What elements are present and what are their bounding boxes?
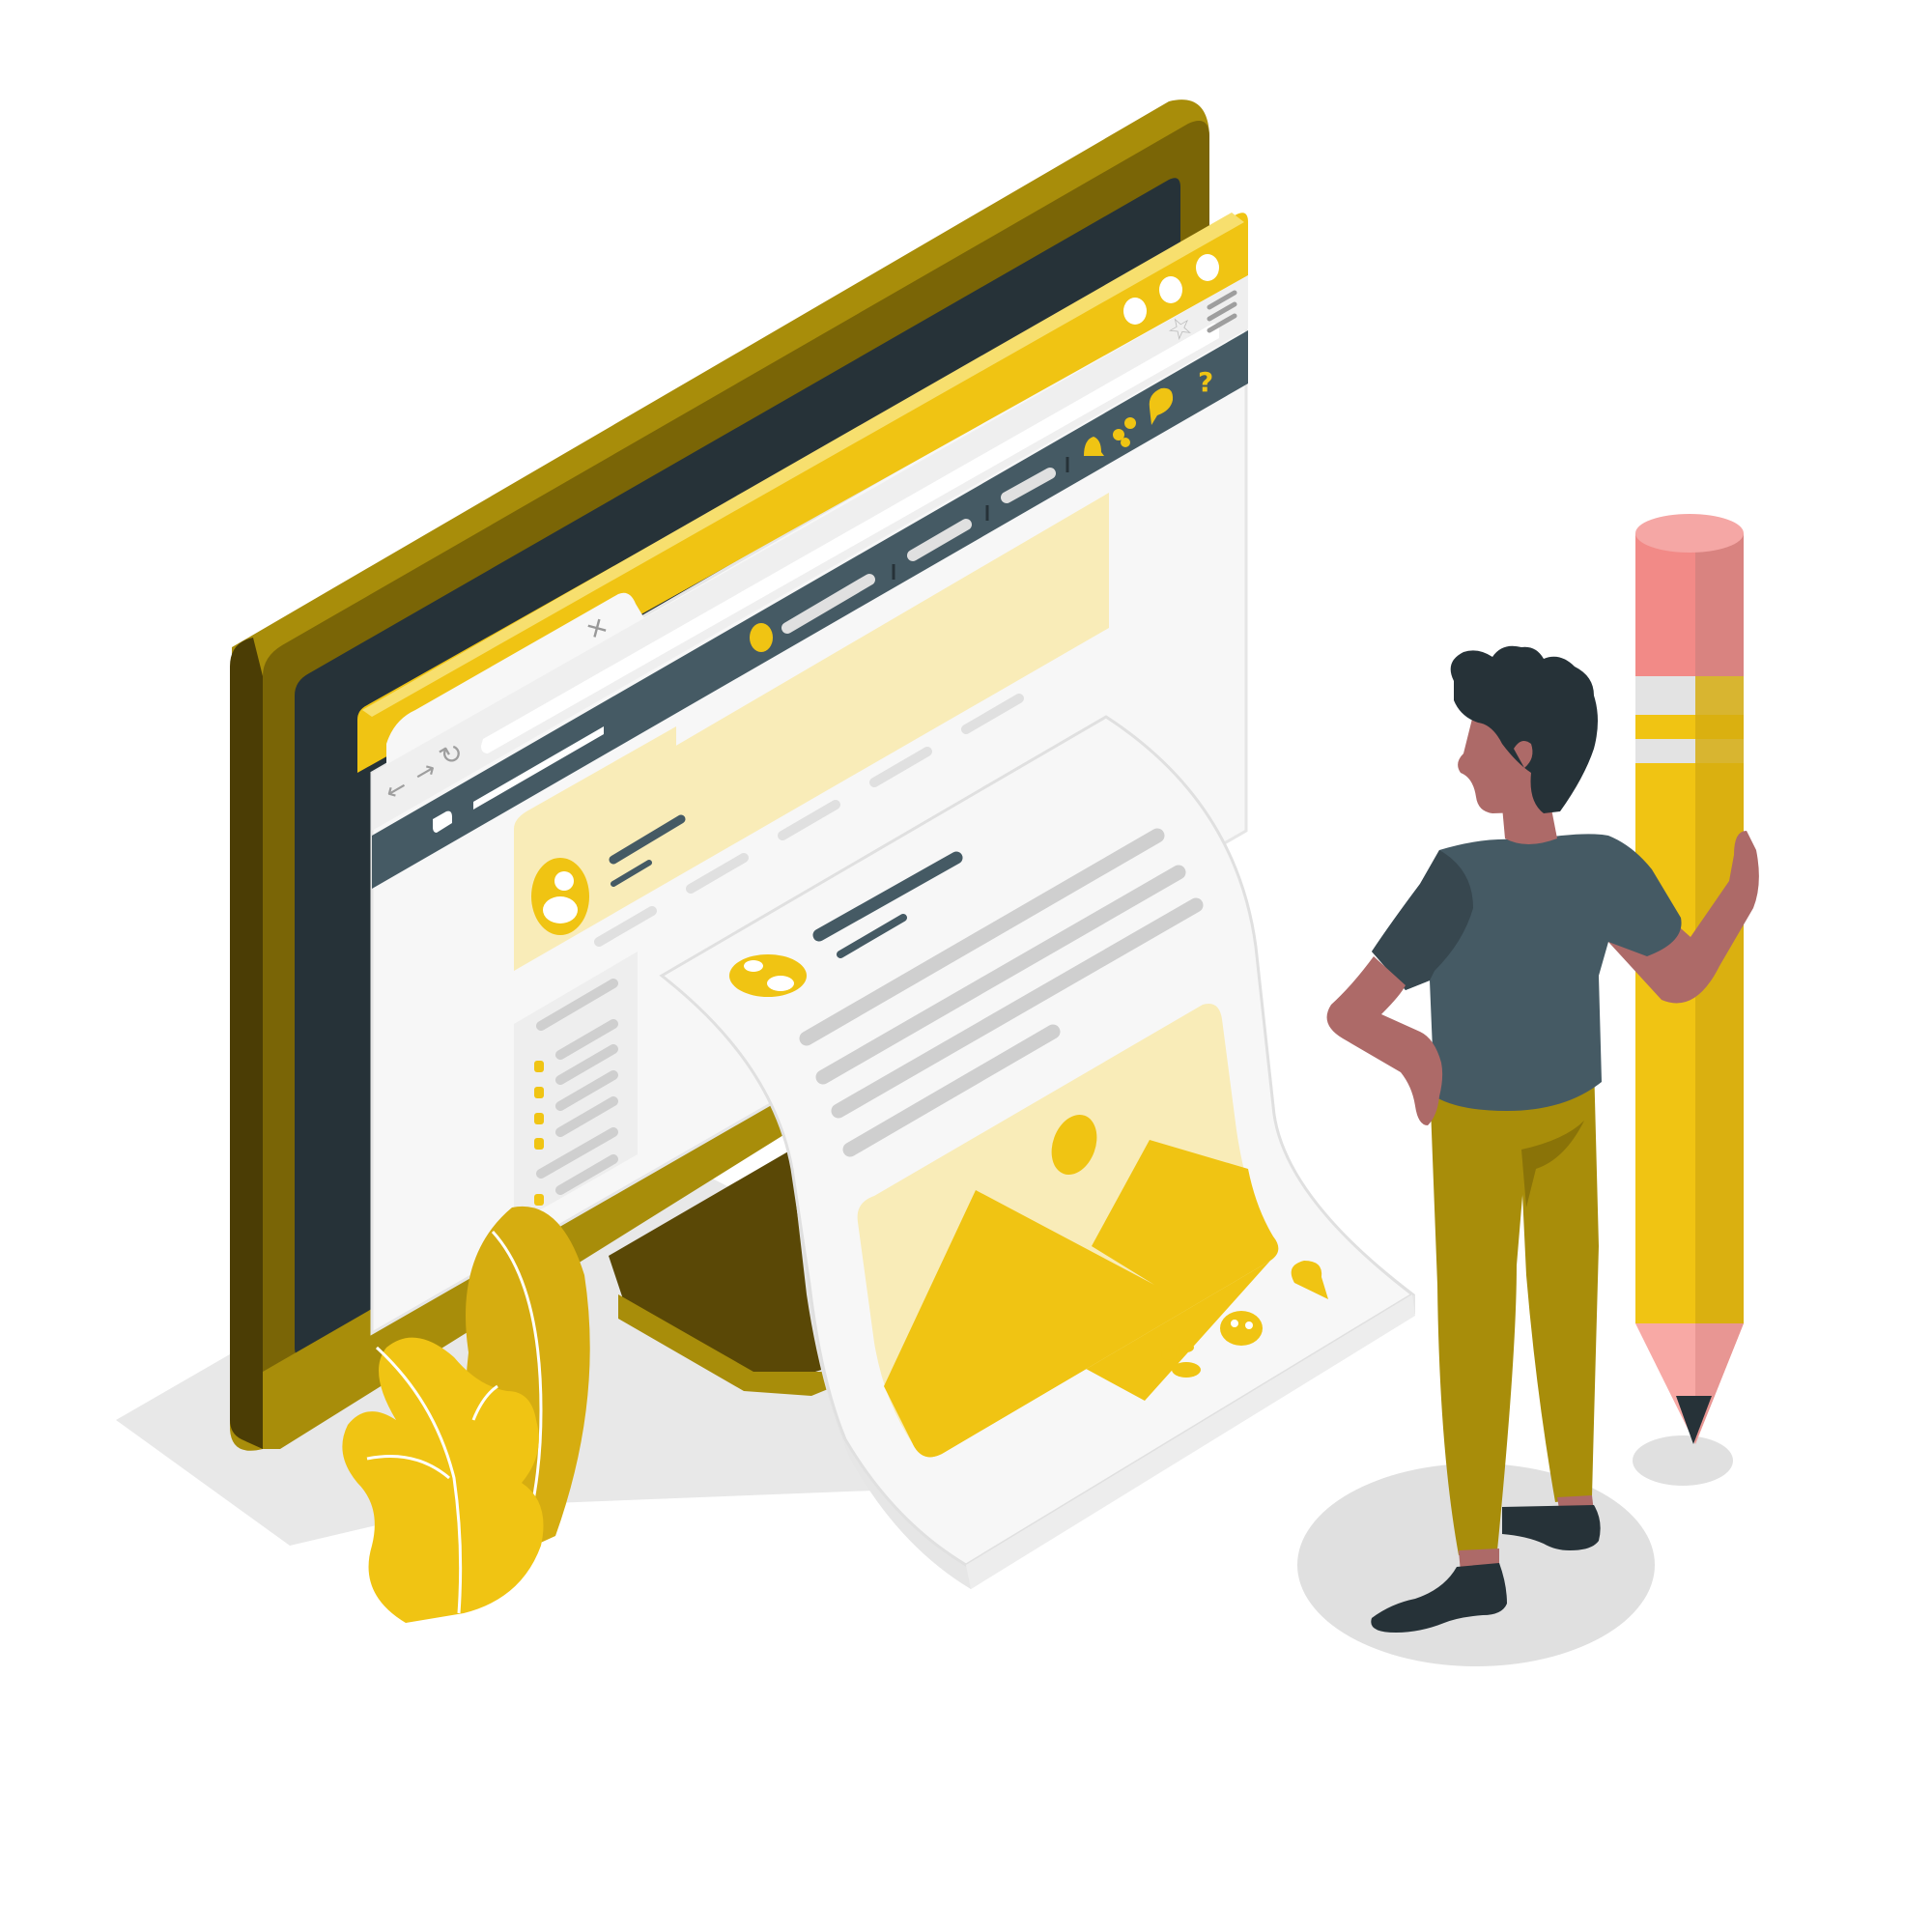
- pencil-body-side: [1695, 676, 1744, 1323]
- website-builder-illustration: × ← → ↻ a ☆: [116, 99, 1759, 1666]
- monitor-left-edge: [230, 638, 263, 1449]
- list-bullet: [534, 1061, 544, 1072]
- window-control-maximize[interactable]: [1159, 276, 1182, 303]
- profile-avatar-body: [543, 896, 578, 923]
- window-control-close[interactable]: [1196, 254, 1219, 281]
- person-back-leg: [1517, 1063, 1599, 1502]
- reaction-emoji-eye: [1231, 1320, 1238, 1327]
- profile-avatar-head: [554, 871, 574, 891]
- list-bullet: [534, 1138, 544, 1150]
- reaction-emoji-icon[interactable]: [1220, 1311, 1263, 1346]
- pencil-eraser-top: [1635, 514, 1744, 553]
- emoji-icon: [729, 954, 807, 997]
- emoji-eye-left: [744, 960, 763, 972]
- pencil-wood-tip-side: [1695, 1323, 1744, 1444]
- reaction-emoji-eye: [1245, 1321, 1253, 1329]
- list-bullet: [534, 1194, 544, 1206]
- window-control-minimize[interactable]: [1123, 298, 1147, 325]
- help-icon[interactable]: ?: [1198, 366, 1213, 398]
- pencil-floor-shadow: [1633, 1435, 1733, 1486]
- emoji-eye-right: [767, 976, 794, 991]
- pencil-eraser-side: [1695, 533, 1744, 676]
- list-bullet: [534, 1087, 544, 1098]
- list-bullet: [534, 1113, 544, 1124]
- user-avatar-icon[interactable]: [750, 623, 773, 652]
